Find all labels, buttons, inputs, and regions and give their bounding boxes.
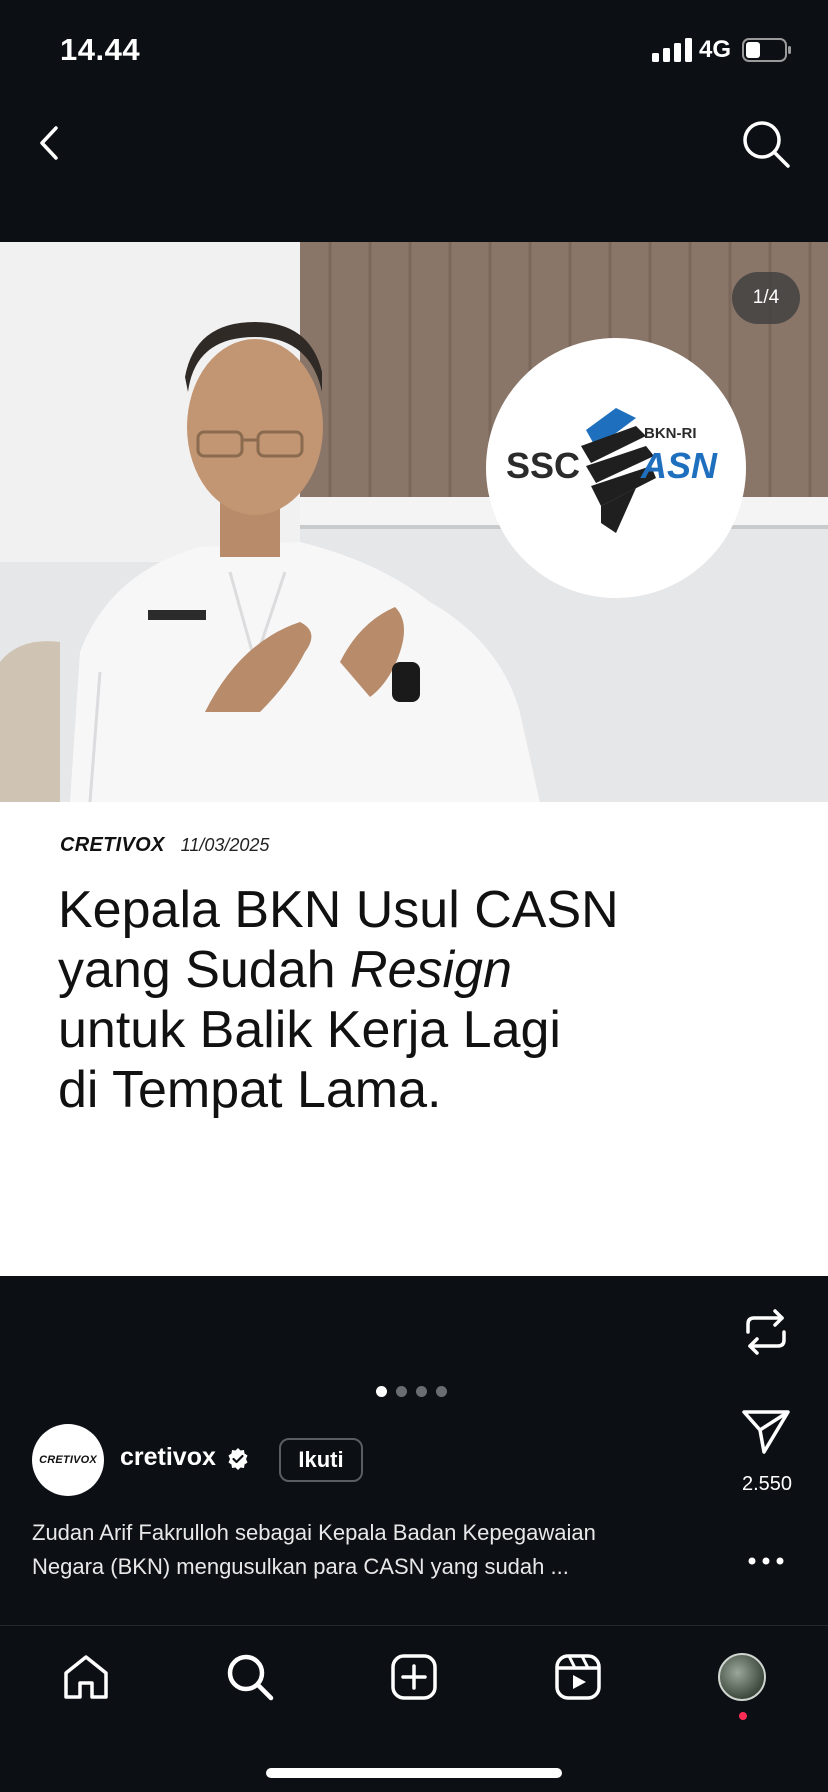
author-username[interactable]: cretivox <box>120 1443 216 1472</box>
nav-home[interactable] <box>58 1649 114 1705</box>
home-indicator <box>266 1768 562 1778</box>
ssc-asn-logo: SSC BKN-RI ASN <box>486 338 746 598</box>
headline-italic: Resign <box>350 941 512 999</box>
search-icon <box>743 121 790 168</box>
nav-reels[interactable] <box>550 1649 606 1705</box>
carousel-dots <box>376 1386 447 1397</box>
headline-line-1: Kepala BKN Usul CASN <box>58 881 619 939</box>
bottom-nav <box>0 1625 828 1792</box>
post-image[interactable]: SSC BKN-RI ASN 1/4 CRETIVOX 11/03/2025 K… <box>0 242 828 1276</box>
status-time: 14.44 <box>60 32 141 67</box>
logo-right-text: ASN <box>640 445 718 486</box>
logo-left-text: SSC <box>506 445 580 486</box>
back-button[interactable] <box>30 118 76 168</box>
headline-line-2: yang Sudah Resign <box>58 941 512 999</box>
share-count: 2.550 <box>741 1473 793 1495</box>
headline-line-4: di Tempat Lama. <box>58 1061 442 1119</box>
page-indicator: 1/4 <box>732 272 800 324</box>
like-button[interactable] <box>740 1032 792 1084</box>
network-type: 4G <box>699 36 732 63</box>
reels-icon <box>555 1654 601 1700</box>
verified-badge-icon <box>228 1448 248 1470</box>
profile-avatar <box>718 1653 766 1701</box>
more-button[interactable] <box>740 1535 792 1587</box>
post-date: 11/03/2025 <box>180 835 270 855</box>
heart-icon <box>742 1036 790 1079</box>
post-caption[interactable]: Zudan Arif Fakrulloh sebagai Kepala Bada… <box>32 1516 712 1584</box>
caption-line-1: Zudan Arif Fakrulloh sebagai Kepala Bada… <box>32 1520 596 1545</box>
nav-search[interactable] <box>222 1649 278 1705</box>
carousel-dot <box>396 1386 407 1397</box>
caption-line-2: Negara (BKN) mengusulkan para CASN yang … <box>32 1554 569 1579</box>
status-bar: 14.44 4G <box>0 0 828 100</box>
logo-small-text: BKN-RI <box>644 425 697 442</box>
comment-icon <box>743 1174 789 1218</box>
battery-icon <box>742 38 791 62</box>
carousel-dot <box>436 1386 447 1397</box>
signal-icon <box>652 38 692 62</box>
nav-create[interactable] <box>386 1649 442 1705</box>
nav-profile[interactable] <box>714 1649 770 1705</box>
notification-dot <box>739 1712 747 1720</box>
headline-line-3: untuk Balik Kerja Lagi <box>58 1001 561 1059</box>
comment-button[interactable] <box>740 1170 792 1222</box>
author-avatar[interactable]: CRETIVOX <box>32 1424 104 1496</box>
carousel-dot <box>376 1386 387 1397</box>
home-icon <box>64 1655 108 1699</box>
carousel-dot <box>416 1386 427 1397</box>
post-meta: CRETIVOX 11/03/2025 <box>60 834 269 864</box>
search-button[interactable] <box>740 118 792 170</box>
search-icon <box>227 1654 274 1701</box>
repost-button[interactable] <box>740 1306 792 1358</box>
comment-count: 1.321 <box>741 1237 793 1259</box>
post-headline: Kepala BKN Usul CASN yang Sudah Resign u… <box>58 880 698 1120</box>
repost-icon <box>746 1309 786 1355</box>
avatar-text: CRETIVOX <box>39 1454 97 1466</box>
more-icon <box>748 1557 784 1565</box>
follow-button[interactable]: Ikuti <box>279 1438 363 1482</box>
like-count: 9.807 <box>741 1104 793 1126</box>
chevron-left-icon <box>40 126 58 160</box>
send-icon <box>742 1410 790 1454</box>
share-button[interactable] <box>740 1404 792 1456</box>
post-photo: SSC BKN-RI ASN 1/4 <box>0 242 828 802</box>
post-brand: CRETIVOX <box>60 834 165 856</box>
plus-square-icon <box>391 1654 437 1700</box>
